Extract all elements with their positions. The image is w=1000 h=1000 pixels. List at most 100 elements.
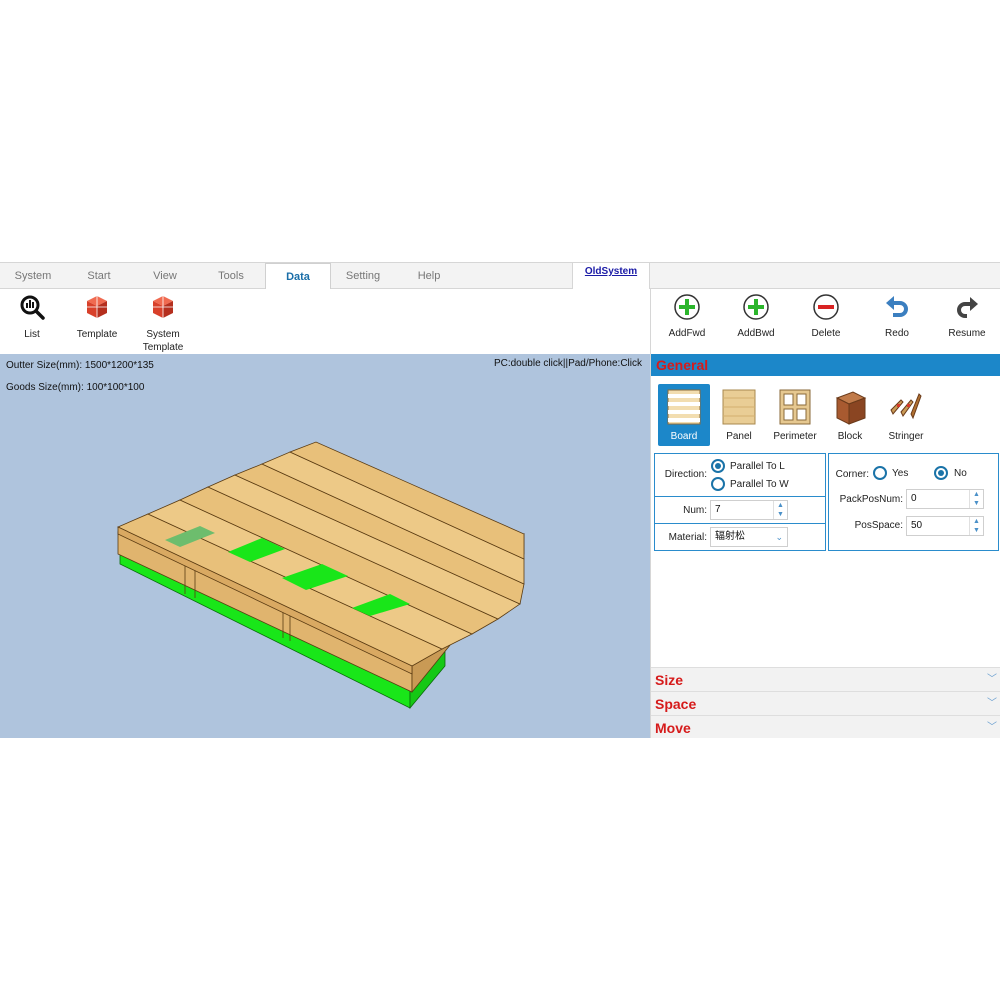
num-value: 7 xyxy=(715,504,721,515)
redo-button[interactable]: Redo xyxy=(867,293,927,339)
packposnum-field[interactable]: 0 ▲ ▼ xyxy=(906,489,984,509)
type-panel-label: Panel xyxy=(726,431,752,442)
resume-label: Resume xyxy=(948,328,986,339)
space-section-header[interactable]: Space ﹀ xyxy=(651,691,1000,715)
3d-viewport[interactable]: Outter Size(mm): 1500*1200*135 Goods Siz… xyxy=(0,354,650,738)
packposnum-stepper[interactable]: ▲ ▼ xyxy=(969,490,983,508)
undo-arrow-icon xyxy=(886,296,908,317)
add-circle-icon xyxy=(674,294,700,320)
material-label: Material: xyxy=(668,532,707,543)
posspace-stepper[interactable]: ▲ ▼ xyxy=(969,517,983,535)
material-select[interactable]: 辐射松 ⌄ xyxy=(710,527,788,547)
expand-chevron-icon[interactable]: ﹀ xyxy=(987,668,997,692)
forward-arrow-icon xyxy=(957,297,978,318)
general-section-header[interactable]: General xyxy=(651,354,1000,376)
minus-circle-icon xyxy=(813,294,839,320)
expand-chevron-icon[interactable]: ﹀ xyxy=(987,716,997,740)
delete-button[interactable]: Delete xyxy=(796,293,856,339)
chevron-down-icon[interactable]: ▼ xyxy=(970,526,983,535)
space-section-title: Space xyxy=(655,696,697,712)
tab-start[interactable]: Start xyxy=(66,263,132,289)
template-cube-icon xyxy=(87,296,107,318)
tab-help[interactable]: Help xyxy=(396,263,462,289)
size-section-header[interactable]: Size ﹀ xyxy=(651,667,1000,691)
system-template-label-line1: System xyxy=(146,329,180,340)
redo-label: Redo xyxy=(885,328,909,339)
type-perimeter-button[interactable]: Perimeter xyxy=(769,384,821,446)
template-button[interactable]: Template xyxy=(65,293,129,341)
tab-view[interactable]: View xyxy=(132,263,198,289)
tab-setting[interactable]: Setting xyxy=(330,263,396,289)
add-forward-button[interactable]: AddFwd xyxy=(657,293,717,339)
type-panel-button[interactable]: Panel xyxy=(713,384,765,446)
list-button[interactable]: List xyxy=(0,293,64,341)
property-panel: General Board Panel Perimeter Block Stri… xyxy=(650,354,1000,738)
chevron-down-icon[interactable]: ▼ xyxy=(774,510,787,519)
menu-tab-bar: System Start View Tools Data Setting Hel… xyxy=(0,262,1000,290)
type-stringer-button[interactable]: Stringer xyxy=(880,384,932,446)
system-template-button[interactable]: System Template xyxy=(131,293,195,354)
type-board-button[interactable]: Board xyxy=(658,384,710,446)
type-block-label: Block xyxy=(837,431,863,442)
corner-label: Corner: xyxy=(835,469,869,480)
direction-parallel-l-radio[interactable] xyxy=(711,459,725,473)
add-circle-icon xyxy=(743,294,769,320)
move-section-title: Move xyxy=(655,720,691,736)
pallet-3d-model[interactable] xyxy=(0,354,650,738)
data-ribbon: List Template System Template xyxy=(0,289,650,354)
list-label: List xyxy=(24,329,40,340)
num-label: Num: xyxy=(683,505,707,516)
block-icon xyxy=(835,391,867,425)
tab-tools[interactable]: Tools xyxy=(198,263,264,289)
corner-options-group: Corner: Yes No PackPosNum: 0 ▲ ▼ PosSpace… xyxy=(828,453,999,551)
addfwd-label: AddFwd xyxy=(668,328,706,339)
chevron-up-icon[interactable]: ▲ xyxy=(970,490,983,499)
type-stringer-label: Stringer xyxy=(888,431,924,442)
expand-chevron-icon[interactable]: ﹀ xyxy=(987,692,997,716)
edit-toolbar: AddFwd AddBwd Delete Redo Resume xyxy=(650,289,1000,354)
corner-yes-radio[interactable] xyxy=(873,466,887,480)
old-system-link[interactable]: OldSystem xyxy=(572,263,650,289)
direction-parallel-w-label: Parallel To W xyxy=(730,479,789,490)
tab-data[interactable]: Data xyxy=(265,263,331,290)
chevron-down-icon[interactable]: ⌄ xyxy=(775,528,783,546)
addbwd-label: AddBwd xyxy=(737,328,775,339)
panel-icon xyxy=(722,389,756,425)
board-options-group: Direction: Parallel To L Parallel To W N… xyxy=(654,453,826,551)
corner-yes-label: Yes xyxy=(892,468,909,479)
direction-label: Direction: xyxy=(664,469,707,480)
corner-no-label: No xyxy=(954,468,967,479)
num-stepper[interactable]: ▲ ▼ xyxy=(773,501,787,519)
application-window: System Start View Tools Data Setting Hel… xyxy=(0,262,1000,738)
packposnum-label: PackPosNum: xyxy=(839,494,903,505)
posspace-label: PosSpace: xyxy=(854,520,903,531)
add-backward-button[interactable]: AddBwd xyxy=(726,293,786,339)
type-block-button[interactable]: Block xyxy=(824,384,876,446)
chevron-down-icon[interactable]: ▼ xyxy=(970,499,983,508)
num-field[interactable]: 7 ▲ ▼ xyxy=(710,500,788,520)
chevron-up-icon[interactable]: ▲ xyxy=(774,501,787,510)
perimeter-icon xyxy=(779,389,811,425)
direction-parallel-l-label: Parallel To L xyxy=(730,461,785,472)
resume-button[interactable]: Resume xyxy=(937,293,997,339)
posspace-value: 50 xyxy=(911,520,923,531)
template-label: Template xyxy=(76,329,118,340)
list-search-icon xyxy=(20,295,45,320)
type-board-label: Board xyxy=(670,431,698,442)
type-perimeter-label: Perimeter xyxy=(773,431,817,442)
board-icon xyxy=(667,389,701,425)
component-type-selector: Board Panel Perimeter Block Stringer xyxy=(651,384,1000,448)
stringer-icon xyxy=(890,393,922,420)
chevron-up-icon[interactable]: ▲ xyxy=(970,517,983,526)
material-value: 辐射松 xyxy=(715,531,745,542)
system-template-label-line2: Template xyxy=(142,342,184,353)
move-section-header[interactable]: Move ﹀ xyxy=(651,715,1000,738)
tab-system[interactable]: System xyxy=(0,263,66,289)
packposnum-value: 0 xyxy=(911,493,917,504)
posspace-field[interactable]: 50 ▲ ▼ xyxy=(906,516,984,536)
system-template-cube-icon xyxy=(153,296,173,318)
delete-label: Delete xyxy=(811,328,841,339)
corner-no-radio[interactable] xyxy=(934,466,948,480)
direction-parallel-w-radio[interactable] xyxy=(711,477,725,491)
size-section-title: Size xyxy=(655,672,684,688)
